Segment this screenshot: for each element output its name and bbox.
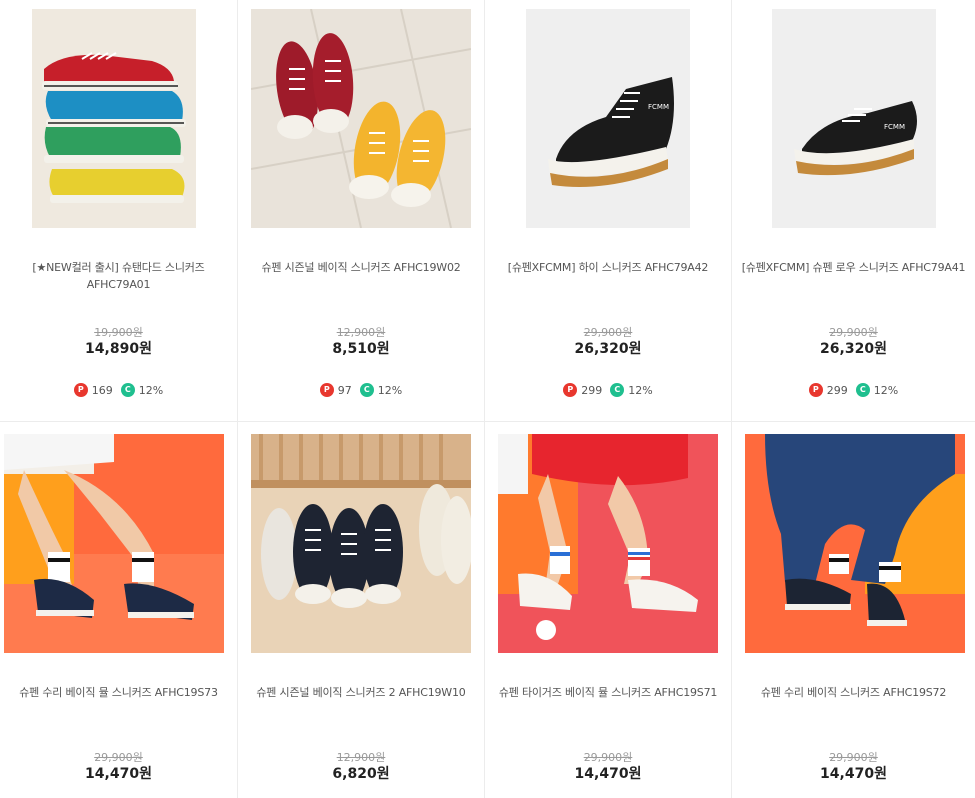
product-image[interactable] (251, 9, 471, 228)
points-value: 299 (826, 383, 848, 397)
benefit-badges: P 299 C 12% (732, 383, 975, 397)
product-name[interactable]: 슈펜 수리 베이직 뮬 스니커즈 AFHC19S73 (0, 684, 237, 701)
product-name[interactable]: 슈펜 타이거즈 베이직 뮬 스니커즈 AFHC19S71 (485, 684, 731, 701)
row-divider (0, 421, 975, 422)
discount-rate: 12% (138, 383, 164, 397)
svg-text:FCMM: FCMM (884, 123, 905, 131)
points-value: 97 (337, 383, 352, 397)
sale-price: 14,890원 (85, 341, 152, 357)
coupon-icon: C (610, 383, 625, 397)
product-image[interactable] (32, 9, 196, 228)
points-icon: P (563, 383, 578, 397)
benefit-badges: P 169 C 12% (0, 383, 237, 397)
discount-rate: 12% (873, 383, 899, 397)
sale-price: 6,820원 (332, 766, 390, 782)
points-value: 169 (91, 383, 113, 397)
svg-text:FCMM: FCMM (648, 103, 669, 111)
column-divider (731, 0, 732, 798)
points-icon: P (319, 383, 334, 397)
sale-price: 8,510원 (332, 341, 390, 357)
coupon-icon: C (855, 383, 870, 397)
benefit-badges: P 299 C 12% (485, 383, 731, 397)
product-image[interactable] (4, 434, 224, 653)
points-icon: P (73, 383, 88, 397)
product-image[interactable] (498, 434, 718, 653)
sale-price: 14,470원 (85, 766, 152, 782)
product-image[interactable] (251, 434, 471, 653)
points-icon: P (808, 383, 823, 397)
product-name[interactable]: 슈펜 시즌널 베이직 스니커즈 2 AFHC19W10 (238, 684, 484, 701)
sale-price: 26,320원 (820, 341, 887, 357)
product-image[interactable]: FCMM (526, 9, 690, 228)
column-divider (237, 0, 238, 798)
sale-price: 14,470원 (574, 766, 642, 782)
benefit-badges: P 97 C 12% (238, 383, 484, 397)
coupon-icon: C (359, 383, 374, 397)
sale-price: 26,320원 (574, 341, 642, 357)
product-name[interactable]: [★NEW컬러 출시] 슈탠다드 스니커즈 AFHC79A01 (0, 259, 237, 293)
product-grid: [★NEW컬러 출시] 슈탠다드 스니커즈 AFHC79A01 19,900원 … (0, 0, 975, 798)
sale-price: 14,470원 (820, 766, 887, 782)
product-name[interactable]: 슈펜 수리 베이직 스니커즈 AFHC19S72 (732, 684, 975, 701)
product-image[interactable]: FCMM (772, 9, 936, 228)
coupon-icon: C (120, 383, 135, 397)
product-name[interactable]: 슈펜 시즌널 베이직 스니커즈 AFHC19W02 (238, 259, 484, 276)
discount-rate: 12% (377, 383, 403, 397)
column-divider (484, 0, 485, 798)
product-name[interactable]: [슈펜XFCMM] 슈펜 로우 스니커즈 AFHC79A41 (732, 259, 975, 276)
product-name[interactable]: [슈펜XFCMM] 하이 스니커즈 AFHC79A42 (485, 259, 731, 276)
product-image[interactable] (745, 434, 965, 653)
discount-rate: 12% (628, 383, 653, 397)
points-value: 299 (581, 383, 603, 397)
